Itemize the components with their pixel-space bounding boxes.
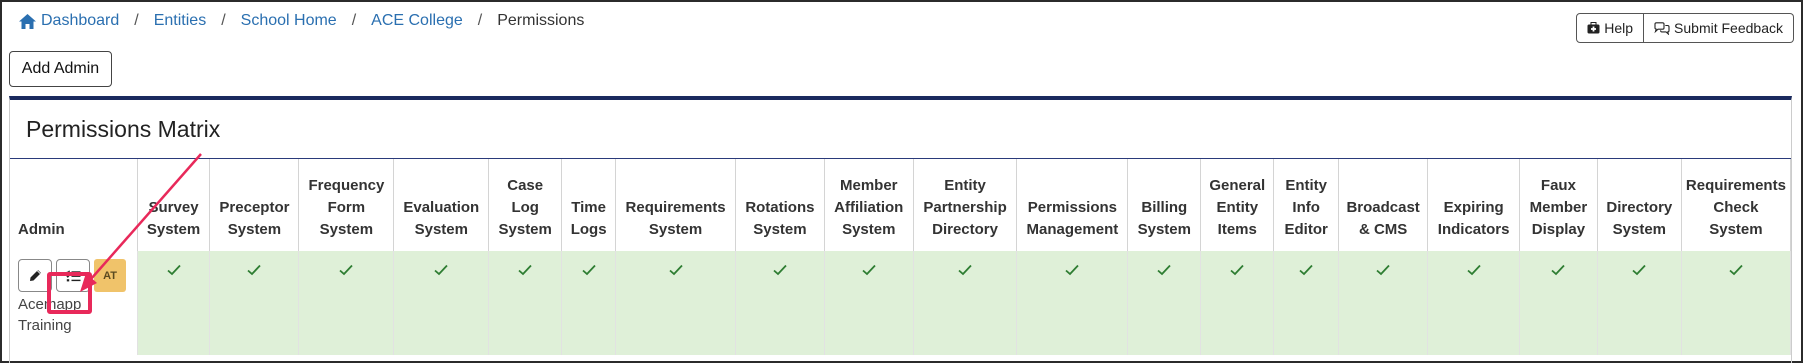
column-header: Expiring Indicators	[1427, 159, 1521, 251]
column-header: Survey System	[137, 159, 211, 251]
breadcrumb-entities[interactable]: Entities	[154, 12, 206, 30]
table-row: AT Acemapp Training	[10, 251, 1792, 355]
permissions-matrix-table: Admin Survey System Preceptor System Fre…	[10, 159, 1792, 355]
permission-cell[interactable]	[298, 251, 395, 355]
column-header: Broadcast & CMS	[1338, 159, 1429, 251]
permission-cell[interactable]	[1016, 251, 1129, 355]
checkmark-icon	[166, 264, 181, 276]
column-header: Evaluation System	[393, 159, 490, 251]
column-header: Entity Info Editor	[1273, 159, 1339, 251]
permission-cell[interactable]	[824, 251, 914, 355]
breadcrumb-dashboard[interactable]: Dashboard	[41, 12, 119, 30]
column-header: Time Logs	[561, 159, 617, 251]
checkmark-icon	[958, 264, 972, 276]
breadcrumb: Dashboard / Entities / School Home / ACE…	[19, 12, 584, 30]
checkmark-icon	[247, 264, 262, 276]
checkmark-icon	[434, 264, 448, 276]
permission-cell[interactable]	[1519, 251, 1598, 355]
help-button[interactable]: Help	[1576, 13, 1645, 43]
permission-cell[interactable]	[561, 251, 617, 355]
checkmark-icon	[1065, 264, 1080, 276]
checkmark-icon	[862, 264, 876, 276]
permission-cell[interactable]	[1273, 251, 1339, 355]
home-icon	[19, 13, 36, 29]
checkmark-icon	[1299, 264, 1313, 276]
breadcrumb-school-home[interactable]: School Home	[241, 12, 337, 30]
checkmark-icon	[1157, 264, 1171, 276]
column-header: Entity Partnership Directory	[913, 159, 1018, 251]
column-header: Faux Member Display	[1519, 159, 1598, 251]
column-header: Preceptor System	[209, 159, 300, 251]
checkmark-icon	[773, 264, 787, 276]
permission-cell[interactable]	[1127, 251, 1202, 355]
breadcrumb-separator: /	[221, 12, 226, 29]
column-header: Directory System	[1597, 159, 1682, 251]
permission-cell[interactable]	[393, 251, 490, 355]
column-header: Billing System	[1127, 159, 1202, 251]
checkmark-icon	[518, 264, 532, 276]
permission-cell[interactable]	[615, 251, 736, 355]
panel-title: Permissions Matrix	[26, 116, 221, 142]
column-header: Frequency Form System	[298, 159, 395, 251]
breadcrumb-current: Permissions	[497, 12, 585, 29]
checkmark-icon	[1729, 264, 1743, 276]
permission-cell[interactable]	[913, 251, 1018, 355]
add-admin-button[interactable]: Add Admin	[9, 51, 112, 87]
submit-feedback-button[interactable]: Submit Feedback	[1644, 13, 1794, 43]
checkmark-icon	[1632, 264, 1646, 276]
column-header: General Entity Items	[1200, 159, 1275, 251]
permission-cell[interactable]	[1200, 251, 1275, 355]
permissions-panel: Permissions Matrix Admin Survey System P…	[9, 96, 1792, 363]
first-aid-kit-icon	[1587, 22, 1600, 34]
checkmark-icon	[1376, 264, 1390, 276]
checkmark-icon	[339, 264, 354, 276]
avatar: AT	[94, 259, 126, 292]
permission-cell[interactable]	[1427, 251, 1521, 355]
permission-cell[interactable]	[735, 251, 825, 355]
permission-cell[interactable]	[1681, 251, 1792, 355]
breadcrumb-separator: /	[134, 12, 139, 29]
column-header: Requirements System	[615, 159, 736, 251]
column-header: Requirements Check System	[1681, 159, 1792, 251]
breadcrumb-ace-college[interactable]: ACE College	[371, 12, 463, 30]
column-header: Case Log System	[488, 159, 563, 251]
permission-cell[interactable]	[1597, 251, 1682, 355]
annotation-highlight-box	[47, 272, 92, 314]
checkmark-icon	[1230, 264, 1244, 276]
submit-feedback-label: Submit Feedback	[1674, 20, 1783, 36]
checkmark-icon	[668, 264, 683, 276]
checkmark-icon	[1467, 264, 1481, 276]
breadcrumb-separator: /	[351, 12, 357, 29]
column-header-admin: Admin	[10, 159, 138, 251]
chat-bubbles-icon	[1654, 21, 1670, 35]
checkmark-icon	[1551, 264, 1566, 276]
pencil-icon	[29, 270, 41, 281]
help-button-label: Help	[1604, 20, 1634, 36]
permission-cell[interactable]	[209, 251, 300, 355]
breadcrumb-separator: /	[477, 12, 483, 29]
column-header: Member Affiliation System	[824, 159, 914, 251]
checkmark-icon	[582, 264, 596, 276]
permission-cell[interactable]	[137, 251, 211, 355]
column-header: Permissions Management	[1016, 159, 1129, 251]
column-header: Rotations System	[735, 159, 825, 251]
header-button-group: Help Submit Feedback	[1576, 13, 1794, 43]
permission-cell[interactable]	[1338, 251, 1429, 355]
matrix-header-row: Admin Survey System Preceptor System Fre…	[10, 159, 1792, 251]
permission-cell[interactable]	[488, 251, 563, 355]
